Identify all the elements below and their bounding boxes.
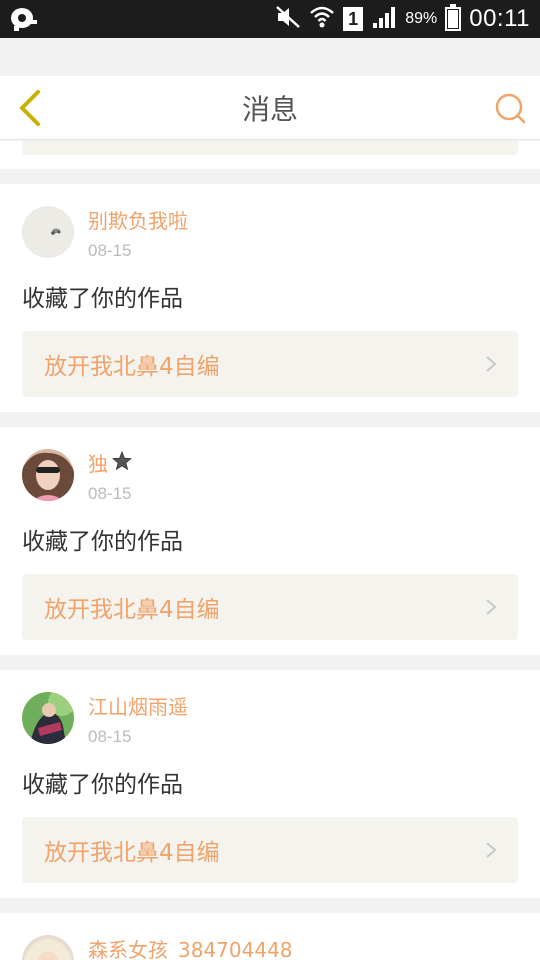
- work-title: 放开我北鼻4自编: [44, 354, 220, 380]
- chevron-right-icon: [484, 597, 498, 617]
- search-icon[interactable]: [494, 92, 526, 124]
- username-text[interactable]: 别欺负我啦: [88, 208, 188, 234]
- message-feed[interactable]: 别欺负我啦 08-15 收藏了你的作品 放开我北鼻4自编 独 08-15 收藏了…: [0, 141, 540, 960]
- chevron-right-icon: [484, 840, 498, 860]
- sim-slot-badge: 1: [343, 7, 364, 31]
- message-card: 森系女孩_384704448: [0, 913, 540, 960]
- avatar[interactable]: [22, 206, 74, 258]
- username-text[interactable]: 江山烟雨遥: [88, 694, 188, 720]
- username[interactable]: 森系女孩_384704448: [88, 937, 293, 960]
- previous-card-tail: [0, 141, 540, 169]
- avatar[interactable]: [22, 692, 74, 744]
- work-title: 放开我北鼻4自编: [44, 597, 220, 623]
- app-header: 消息: [0, 76, 540, 140]
- chevron-right-icon: [484, 354, 498, 374]
- page-title: 消息: [241, 92, 298, 126]
- message-card: 独 08-15 收藏了你的作品 放开我北鼻4自编: [0, 427, 540, 655]
- avatar[interactable]: [22, 449, 74, 501]
- wifi-icon: [309, 5, 335, 33]
- work-link[interactable]: 放开我北鼻4自编: [22, 331, 518, 397]
- message-action-text: 收藏了你的作品: [22, 529, 183, 555]
- battery-percent: 89%: [405, 10, 438, 27]
- message-date: 08-15: [88, 727, 132, 746]
- message-card: 别欺负我啦 08-15 收藏了你的作品 放开我北鼻4自编: [0, 184, 540, 412]
- message-action-text: 收藏了你的作品: [22, 772, 183, 798]
- username[interactable]: 独: [88, 450, 133, 477]
- app-notification-icon: [10, 2, 44, 36]
- battery-icon: [445, 4, 462, 31]
- mute-icon: [275, 5, 301, 33]
- chevron-left-icon[interactable]: [14, 88, 46, 128]
- message-card: 江山烟雨遥 08-15 收藏了你的作品 放开我北鼻4自编: [0, 670, 540, 898]
- previous-work-link-tail[interactable]: [22, 141, 518, 155]
- message-date: 08-15: [88, 484, 132, 503]
- work-link[interactable]: 放开我北鼻4自编: [22, 574, 518, 640]
- signal-icon: [371, 5, 397, 33]
- avatar[interactable]: [22, 935, 74, 960]
- status-bar: 1 89% 00:11: [0, 0, 540, 38]
- star-icon: [111, 450, 133, 477]
- work-link[interactable]: 放开我北鼻4自编: [22, 817, 518, 883]
- clock: 00:11: [469, 5, 530, 32]
- message-action-text: 收藏了你的作品: [22, 286, 183, 312]
- username-text[interactable]: 独: [88, 451, 108, 477]
- username[interactable]: 别欺负我啦: [88, 208, 188, 234]
- username-text[interactable]: 森系女孩_384704448: [88, 937, 293, 960]
- username[interactable]: 江山烟雨遥: [88, 694, 188, 720]
- work-title: 放开我北鼻4自编: [44, 840, 220, 866]
- message-date: 08-15: [88, 241, 132, 260]
